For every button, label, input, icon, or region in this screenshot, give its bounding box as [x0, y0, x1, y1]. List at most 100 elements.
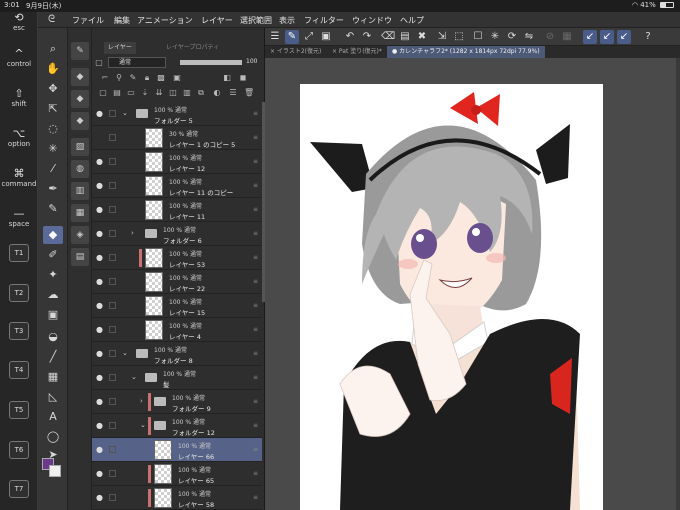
t4-key[interactable]: T4 [9, 361, 29, 379]
menu-file[interactable]: ファイル [72, 15, 104, 26]
visibility-eye-icon[interactable]: ● [95, 157, 104, 166]
operation-icon[interactable]: ⇱ [43, 100, 63, 118]
tab-layer[interactable]: レイヤー [104, 42, 136, 54]
eraser-icon[interactable]: ◆ [43, 226, 63, 244]
zoom-icon[interactable]: ⌕ [43, 40, 63, 58]
color-layer-icon[interactable]: ◧ [222, 73, 232, 83]
subtool-eraser-5-icon[interactable]: ◍ [71, 160, 89, 178]
subtool-eraser-4-icon[interactable]: ▨ [71, 138, 89, 156]
subtool-hard-eraser-icon[interactable]: ✎ [71, 42, 89, 60]
visibility-eye-icon[interactable]: ● [95, 253, 104, 262]
chevron-down-icon[interactable]: ⌄ [122, 349, 128, 357]
layer-drag-handle-icon[interactable]: ≡ [253, 470, 258, 477]
visibility-eye-icon[interactable]: ● [95, 181, 104, 190]
visibility-eye-icon[interactable]: ● [95, 109, 104, 118]
edge-key-space[interactable]: — space [0, 208, 38, 229]
layer-lock-checkbox[interactable] [109, 398, 116, 405]
fill-layer-icon[interactable]: ▤ [398, 30, 412, 44]
layer-drag-handle-icon[interactable]: ≡ [253, 398, 258, 405]
visibility-eye-icon[interactable]: ● [95, 325, 104, 334]
new-vector-icon[interactable]: ▤ [112, 88, 122, 98]
expand-icon[interactable]: ⤢ [302, 30, 316, 44]
balloon-icon[interactable]: ◯ [43, 428, 63, 446]
stabilizer-2-icon[interactable]: ↙ [600, 30, 614, 44]
eyedropper-icon[interactable]: ⁄ [43, 160, 63, 178]
t3-key[interactable]: T3 [9, 322, 29, 340]
property-icon[interactable]: ◐ [212, 88, 222, 98]
layer-drag-handle-icon[interactable]: ≡ [253, 134, 258, 141]
decoration-icon[interactable]: ✦ [43, 266, 63, 284]
menu-view[interactable]: 表示 [279, 15, 295, 26]
delete-icon[interactable]: ✖ [415, 30, 429, 44]
visibility-eye-icon[interactable]: ● [95, 373, 104, 382]
list-icon[interactable]: ☰ [228, 88, 238, 98]
layer-drag-handle-icon[interactable]: ≡ [253, 158, 258, 165]
edge-key-control[interactable]: ^ control [0, 48, 38, 69]
layer-row[interactable]: ● 100 % 通常 レイヤー 12 ≡ [92, 150, 262, 174]
sub-color-swatch[interactable] [49, 465, 61, 477]
visibility-eye-icon[interactable]: ● [95, 205, 104, 214]
layer-drag-handle-icon[interactable]: ≡ [253, 110, 258, 117]
snap-ruler-icon[interactable]: ⊘ [543, 30, 557, 44]
menu-window[interactable]: ウィンドウ [352, 15, 392, 26]
redo-icon[interactable]: ↷ [360, 30, 374, 44]
layer-row[interactable]: ● 100 % 通常 レイヤー 11 ≡ [92, 198, 262, 222]
subtool-vector-eraser-icon[interactable]: ◆ [71, 90, 89, 108]
hand-icon[interactable]: ✋ [43, 60, 63, 78]
layer-drag-handle-icon[interactable]: ≡ [253, 254, 258, 261]
layer-folder-row[interactable]: ● ⌄ 100 % 通常髪 ≡ [92, 366, 262, 390]
pen-icon[interactable]: ✒ [43, 180, 63, 198]
undo-icon[interactable]: ↶ [343, 30, 357, 44]
lock-icon[interactable]: 🔒︎ [142, 73, 152, 83]
text-icon[interactable]: A [43, 408, 63, 426]
subtool-layer-icon[interactable]: ◈ [71, 226, 89, 244]
layer-folder-row[interactable]: ● ⌄ 100 % 通常 フォルダー 8 ≡ [92, 342, 262, 366]
canvas-scrollbar[interactable] [676, 58, 680, 510]
snap-grid-icon[interactable]: ▦ [560, 30, 574, 44]
flip-icon[interactable]: ⇋ [522, 30, 536, 44]
new-folder-icon[interactable]: ▭ [126, 88, 136, 98]
visibility-eye-icon[interactable]: ● [95, 301, 104, 310]
menu-help[interactable]: ヘルプ [400, 15, 424, 26]
layer-lock-checkbox[interactable] [109, 494, 116, 501]
subtool-soft-eraser-icon[interactable]: ◆ [71, 68, 89, 86]
fill-icon[interactable]: ▣ [43, 306, 63, 324]
clip-icon[interactable]: ⌐ [100, 73, 110, 83]
pencil-icon[interactable]: ✎ [43, 200, 63, 218]
subtool-eraser-6-icon[interactable]: ▥ [71, 182, 89, 200]
apply-mask-icon[interactable]: ▥ [182, 88, 192, 98]
merge-icon[interactable]: ⇊ [154, 88, 164, 98]
menu-animation[interactable]: アニメーション [137, 15, 193, 26]
gallery-icon[interactable]: ▣ [319, 30, 333, 44]
tab-layer-property[interactable]: レイヤープロパティ [162, 42, 223, 54]
layer-lock-checkbox[interactable] [109, 374, 116, 381]
visibility-eye-icon[interactable] [95, 133, 104, 142]
layer-row[interactable]: ● 100 % 通常 レイヤー 66 ≡ [92, 438, 262, 462]
edge-key-command[interactable]: ⌘ command [0, 168, 38, 189]
tab-doc-2[interactable]: × Pat 塗り(復元)* [327, 46, 387, 58]
layer-lock-checkbox[interactable] [109, 326, 116, 333]
menu-select[interactable]: 選択範囲 [240, 15, 272, 26]
canvas-paper[interactable] [300, 84, 603, 510]
transfer-down-icon[interactable]: ⇣ [140, 88, 150, 98]
layer-folder-row[interactable]: ● › 100 % 通常 フォルダー 9 ≡ [92, 390, 262, 414]
edge-key-esc[interactable]: ⟲ esc [0, 12, 38, 33]
subtool-palette-icon[interactable]: ▤ [71, 248, 89, 266]
visibility-eye-icon[interactable]: ● [95, 277, 104, 286]
gradient-icon[interactable]: ◒ [43, 328, 63, 346]
layer-row[interactable]: ● 100 % 通常 レイヤー 11 のコピー ≡ [92, 174, 262, 198]
layer-lock-checkbox[interactable] [109, 182, 116, 189]
layer-row[interactable]: ● 100 % 通常 レイヤー 22 ≡ [92, 270, 262, 294]
menu-layer[interactable]: レイヤー [201, 15, 233, 26]
canvas-area[interactable] [265, 58, 680, 510]
duplicate-icon[interactable]: ⧉ [196, 88, 206, 98]
layer-lock-checkbox[interactable] [109, 422, 116, 429]
menu-icon[interactable]: ☰ [268, 30, 282, 44]
pen-tool-icon[interactable]: ✎ [285, 30, 299, 44]
layer-drag-handle-icon[interactable]: ≡ [253, 494, 258, 501]
layer-lock-checkbox[interactable] [109, 278, 116, 285]
deselect-icon[interactable]: ☐ [471, 30, 485, 44]
blend-icon[interactable]: ☁ [43, 286, 63, 304]
t5-key[interactable]: T5 [9, 401, 29, 419]
subtool-eraser-7-icon[interactable]: ▦ [71, 204, 89, 222]
